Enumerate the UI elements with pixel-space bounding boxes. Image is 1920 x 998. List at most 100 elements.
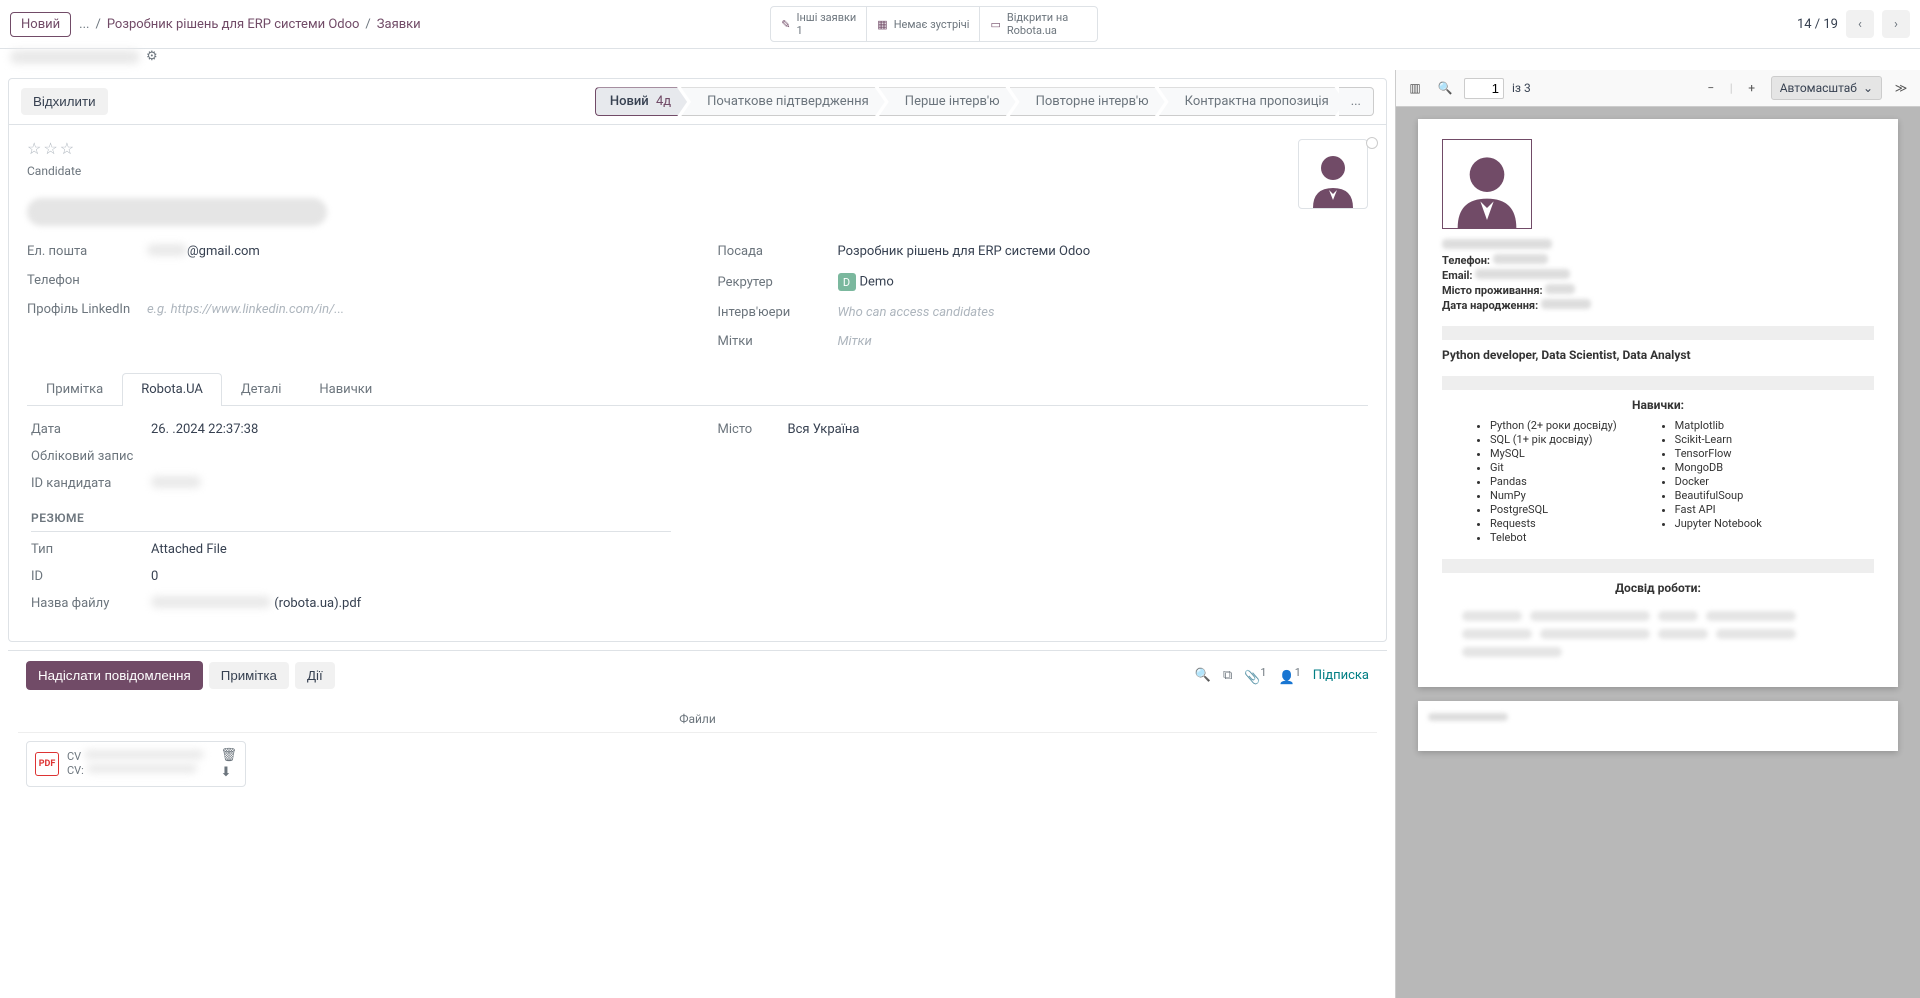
tab-skills[interactable]: Навички xyxy=(300,373,391,405)
cv-skills-head: Навички: xyxy=(1442,398,1874,412)
interviewers-field: Інтерв'юери Who can access candidates xyxy=(718,305,1369,320)
skill-item: Git xyxy=(1490,461,1617,474)
star-icon[interactable]: ☆ xyxy=(27,139,41,158)
skill-item: Fast API xyxy=(1675,503,1762,516)
skill-item: PostgreSQL xyxy=(1490,503,1617,516)
pdf-page-total: із 3 xyxy=(1512,81,1531,95)
other-applications-box[interactable]: ✎ Інші заявки1 xyxy=(771,7,867,41)
download-file-icon[interactable]: ⬇ xyxy=(220,765,237,780)
chevron-down-icon: ⌄ xyxy=(1863,81,1873,95)
form-pane: Відхилити Новий 4д Початкове підтверджен… xyxy=(0,70,1395,998)
recruiter-avatar: D xyxy=(838,273,856,291)
stage-contract[interactable]: Контрактна пропозиція xyxy=(1159,87,1345,116)
pager-prev-button[interactable]: ‹ xyxy=(1846,10,1874,38)
followers-button[interactable]: 👤1 xyxy=(1279,666,1301,685)
stages: Новий 4д Початкове підтвердження Перше і… xyxy=(595,87,1374,116)
candidate-avatar[interactable] xyxy=(1298,139,1368,209)
cv-exp-head: Досвід роботи: xyxy=(1442,581,1874,595)
new-badge: Новий xyxy=(10,12,71,37)
send-message-button[interactable]: Надіслати повідомлення xyxy=(26,661,203,690)
avatar-wrap xyxy=(1298,139,1368,209)
phone-field: Телефон xyxy=(27,273,678,288)
refuse-button[interactable]: Відхилити xyxy=(21,88,108,115)
pager-text[interactable]: 14 / 19 xyxy=(1797,17,1838,32)
tab-details[interactable]: Деталі xyxy=(222,373,301,405)
pencil-icon: ✎ xyxy=(781,18,790,31)
breadcrumb-job[interactable]: Розробник рішень для ERP системи Odoo xyxy=(107,17,360,32)
skill-item: BeautifulSoup xyxy=(1675,489,1762,502)
candidate-label: Candidate xyxy=(27,164,1368,178)
stage-first-interview[interactable]: Перше інтерв'ю xyxy=(879,87,1016,116)
stage-more[interactable]: ... xyxy=(1339,87,1374,116)
cv-avatar xyxy=(1442,139,1532,229)
search-icon[interactable]: 🔍 xyxy=(1195,668,1211,683)
recruiter-field: Рекрутер DDemo xyxy=(718,273,1369,291)
skill-item: Jupyter Notebook xyxy=(1675,517,1762,530)
open-robota-box[interactable]: ▭ Відкрити на Robota.ua xyxy=(980,7,1096,41)
gear-icon[interactable]: ⚙ xyxy=(146,49,158,64)
attachment-item[interactable]: PDF CV CV: 🗑 ⬇ xyxy=(26,741,246,787)
top-header: Новий ... / Розробник рішень для ERP сис… xyxy=(0,0,1920,49)
delete-file-icon[interactable]: 🗑 xyxy=(220,748,237,763)
pdf-page-2 xyxy=(1418,701,1898,751)
pdf-tools-icon[interactable]: ≫ xyxy=(1890,77,1912,99)
skill-item: SQL (1+ рік досвіду) xyxy=(1490,433,1617,446)
cv-title: Python developer, Data Scientist, Data A… xyxy=(1442,348,1874,362)
subscribe-button[interactable]: Підписка xyxy=(1313,668,1369,683)
tags-field: Мітки Мітки xyxy=(718,334,1369,349)
skill-item: TensorFlow xyxy=(1675,447,1762,460)
email-field: Ел. пошта @gmail.com xyxy=(27,244,678,259)
skill-item: Scikit-Learn xyxy=(1675,433,1762,446)
statusbar: Відхилити Новий 4д Початкове підтверджен… xyxy=(9,79,1386,125)
tab-robota[interactable]: Robota.UA xyxy=(122,373,222,406)
tabs: Примітка Robota.UA Деталі Навички xyxy=(27,373,1368,406)
linkedin-field: Профіль LinkedIn e.g. https://www.linked… xyxy=(27,302,678,317)
attachments-button[interactable]: 📎1 xyxy=(1244,666,1266,685)
breadcrumb-ellipsis[interactable]: ... xyxy=(79,17,89,32)
id-card-icon: ▭ xyxy=(990,18,1000,31)
tab-content-robota: Дата26. .2024 22:37:38 Обліковий запис I… xyxy=(27,406,1368,627)
position-field: Посада Розробник рішень для ERP системи … xyxy=(718,244,1369,259)
stage-new[interactable]: Новий 4д xyxy=(595,87,687,116)
pdf-viewer-pane: ▥ 🔍 із 3 − | + Автомасштаб⌄ ≫ Телефон: E… xyxy=(1395,70,1920,998)
zoom-select[interactable]: Автомасштаб⌄ xyxy=(1771,76,1882,100)
subheader: ⚙ xyxy=(0,49,1920,70)
calendar-icon: ▦ xyxy=(877,18,887,31)
skill-item: Python (2+ роки досвіду) xyxy=(1490,419,1617,432)
pdf-page-input[interactable] xyxy=(1464,78,1504,99)
star-icon[interactable]: ☆ xyxy=(43,139,57,158)
log-note-button[interactable]: Примітка xyxy=(209,662,289,689)
tab-note[interactable]: Примітка xyxy=(27,373,122,405)
no-meeting-box[interactable]: ▦ Немає зустрічі xyxy=(867,7,980,41)
pager-next-button[interactable]: › xyxy=(1882,10,1910,38)
pdf-body[interactable]: Телефон: Email: Місто проживання: Дата н… xyxy=(1396,107,1920,998)
activities-button[interactable]: Дії xyxy=(295,662,335,689)
skill-item: NumPy xyxy=(1490,489,1617,502)
zoom-out-icon[interactable]: − xyxy=(1700,77,1722,99)
kanban-state-dot[interactable] xyxy=(1366,137,1378,149)
pager: 14 / 19 ‹ › xyxy=(1797,10,1910,38)
pdf-page-1: Телефон: Email: Місто проживання: Дата н… xyxy=(1418,119,1898,687)
skill-item: Docker xyxy=(1675,475,1762,488)
priority-stars[interactable]: ☆ ☆ ☆ xyxy=(27,139,1298,158)
skill-item: Matplotlib xyxy=(1675,419,1762,432)
zoom-in-icon[interactable]: + xyxy=(1741,77,1763,99)
stage-second-interview[interactable]: Повторне інтерв'ю xyxy=(1010,87,1165,116)
resume-section-head: РЕЗЮМЕ xyxy=(31,501,671,532)
pdf-search-icon[interactable]: 🔍 xyxy=(1434,77,1456,99)
cv-exp-blur xyxy=(1442,601,1874,667)
breadcrumb: ... / Розробник рішень для ERP системи O… xyxy=(79,17,421,32)
skill-item: MySQL xyxy=(1490,447,1617,460)
expand-icon[interactable]: ⧉ xyxy=(1223,668,1232,683)
candidate-name-field-blur[interactable] xyxy=(27,198,327,226)
stage-initial[interactable]: Початкове підтвердження xyxy=(681,87,885,116)
files-separator: Файли xyxy=(18,706,1377,733)
skill-item: MongoDB xyxy=(1675,461,1762,474)
skill-item: Requests xyxy=(1490,517,1617,530)
star-icon[interactable]: ☆ xyxy=(60,139,74,158)
pdf-toolbar: ▥ 🔍 із 3 − | + Автомасштаб⌄ ≫ xyxy=(1396,70,1920,107)
header-stat-boxes: ✎ Інші заявки1 ▦ Немає зустрічі ▭ Відкри… xyxy=(770,6,1098,42)
form-card: Відхилити Новий 4д Початкове підтверджен… xyxy=(8,78,1387,642)
breadcrumb-applications[interactable]: Заявки xyxy=(377,17,421,32)
sidebar-toggle-icon[interactable]: ▥ xyxy=(1404,77,1426,99)
